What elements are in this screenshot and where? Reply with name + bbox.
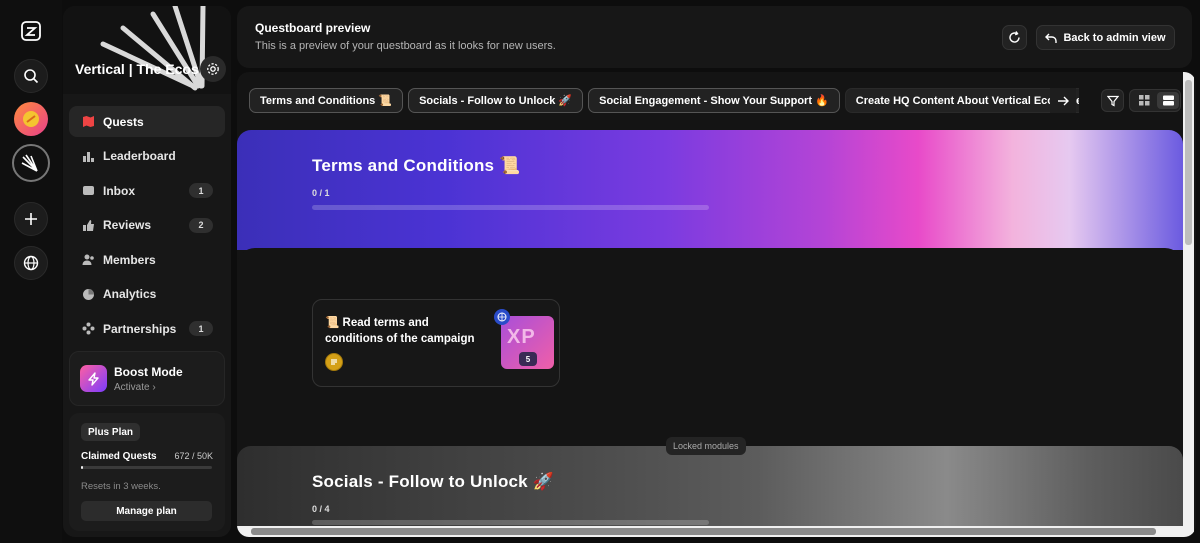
users-icon bbox=[81, 253, 95, 267]
back-to-admin-button[interactable]: Back to admin view bbox=[1036, 25, 1175, 50]
search-icon[interactable] bbox=[14, 59, 48, 93]
module-banner-terms: Terms and Conditions 📜 0 / 1 bbox=[237, 130, 1183, 250]
reviews-count-badge: 2 bbox=[189, 217, 213, 233]
filter-button[interactable] bbox=[1101, 89, 1124, 112]
module-title: Socials - Follow to Unlock 🚀 bbox=[312, 472, 555, 491]
pie-chart-icon bbox=[81, 287, 95, 301]
quest-card[interactable]: 📜 Read terms and conditions of the campa… bbox=[312, 299, 560, 387]
gear-icon[interactable] bbox=[200, 56, 226, 82]
boost-mode-title: Boost Mode bbox=[114, 365, 183, 379]
thumbs-up-icon bbox=[81, 218, 95, 232]
grid-view-icon[interactable] bbox=[1133, 92, 1155, 109]
sidebar-item-leaderboard[interactable]: Leaderboard bbox=[69, 141, 225, 172]
globe-icon bbox=[494, 309, 510, 325]
tab-social-engagement[interactable]: Social Engagement - Show Your Support 🔥 bbox=[588, 88, 840, 113]
progress-fill bbox=[81, 466, 83, 469]
chevron-right-icon: › bbox=[152, 382, 156, 393]
boost-activate-link[interactable]: Activate › bbox=[114, 382, 156, 393]
quest-type-icon bbox=[325, 353, 343, 371]
sidebar-item-label: Quests bbox=[103, 114, 144, 129]
arrow-right-icon[interactable] bbox=[1050, 88, 1076, 113]
boost-mode-card[interactable]: Boost Mode Activate › bbox=[69, 351, 225, 406]
plan-card: Plus Plan Claimed Quests 672 / 50K Reset… bbox=[69, 413, 225, 531]
claimed-quests-progress bbox=[81, 466, 212, 469]
module-title: Terms and Conditions 📜 bbox=[312, 156, 521, 175]
sidebar-item-label: Leaderboard bbox=[103, 149, 176, 163]
scrollbar-thumb[interactable] bbox=[1185, 80, 1192, 245]
module-progress-count: 0 / 1 bbox=[312, 188, 330, 198]
refresh-icon bbox=[1009, 31, 1020, 43]
page-title: Questboard preview bbox=[255, 21, 371, 35]
globe-icon[interactable] bbox=[14, 246, 48, 280]
page-subtitle: This is a preview of your questboard as … bbox=[255, 40, 556, 52]
workspace-rail bbox=[0, 0, 62, 543]
sidebar-item-label: Analytics bbox=[103, 287, 157, 301]
xp-reward-thumbnail: XP 5 bbox=[501, 316, 554, 369]
claimed-quests-count: 672 / 50K bbox=[174, 451, 213, 461]
sidebar: Vertical | The Ecosystem Quests Leaderbo… bbox=[63, 6, 231, 537]
tab-socials[interactable]: Socials - Follow to Unlock 🚀 bbox=[408, 88, 584, 113]
tab-create-hq-content[interactable]: Create HQ Content About Vertical Ecosyst… bbox=[844, 88, 1079, 113]
scrollbar-thumb[interactable] bbox=[251, 528, 1156, 535]
sidebar-item-members[interactable]: Members bbox=[69, 244, 225, 275]
sidebar-item-label: Reviews bbox=[103, 218, 152, 232]
module-progress-bar bbox=[312, 520, 709, 525]
workspace-banner: Vertical | The Ecosystem bbox=[63, 6, 231, 94]
locked-modules-label: Locked modules bbox=[666, 437, 746, 455]
sidebar-item-quests[interactable]: Quests bbox=[69, 106, 225, 137]
workspace-avatar-vertical[interactable] bbox=[12, 144, 50, 182]
bar-chart-icon bbox=[81, 149, 95, 163]
sidebar-item-label: Partnerships bbox=[103, 321, 177, 336]
xp-label: XP bbox=[507, 326, 536, 348]
module-tabs: Terms and Conditions 📜 Socials - Follow t… bbox=[249, 88, 1079, 113]
claimed-quests-label: Claimed Quests bbox=[81, 451, 157, 462]
back-button-label: Back to admin view bbox=[1063, 31, 1166, 44]
sidebar-item-partnerships[interactable]: Partnerships 1 bbox=[69, 313, 225, 344]
return-arrow-icon bbox=[1045, 33, 1058, 43]
sidebar-item-reviews[interactable]: Reviews 2 bbox=[69, 210, 225, 241]
sidebar-item-analytics[interactable]: Analytics bbox=[69, 279, 225, 310]
module-progress-count: 0 / 4 bbox=[312, 504, 330, 514]
horizontal-scrollbar[interactable] bbox=[237, 526, 1183, 537]
filter-icon bbox=[1106, 95, 1119, 106]
module-quests-area: 📜 Read terms and conditions of the campa… bbox=[237, 248, 1183, 448]
quest-title: 📜 Read terms and conditions of the campa… bbox=[325, 317, 475, 345]
module-banner-socials: Socials - Follow to Unlock 🚀 0 / 4 bbox=[237, 446, 1183, 531]
manage-plan-button[interactable]: Manage plan bbox=[81, 501, 212, 521]
vertical-scrollbar[interactable] bbox=[1183, 72, 1194, 537]
preview-header: Questboard preview This is a preview of … bbox=[237, 6, 1192, 68]
sidebar-item-inbox[interactable]: Inbox 1 bbox=[69, 175, 225, 206]
xp-amount: 5 bbox=[519, 352, 537, 366]
module-progress-bar bbox=[312, 205, 709, 210]
workspace-title: Vertical | The Ecosystem bbox=[75, 61, 199, 77]
plan-reset-text: Resets in 3 weeks. bbox=[81, 481, 161, 492]
add-workspace-icon[interactable] bbox=[14, 202, 48, 236]
workspace-avatar-1[interactable] bbox=[14, 102, 48, 136]
list-view-icon[interactable] bbox=[1157, 92, 1179, 109]
plan-badge: Plus Plan bbox=[81, 423, 141, 441]
lightning-icon bbox=[80, 365, 107, 392]
map-icon bbox=[81, 115, 95, 129]
inbox-count-badge: 1 bbox=[189, 183, 213, 198]
sidebar-item-label: Members bbox=[103, 252, 156, 267]
sidebar-nav: Quests Leaderboard Inbox 1 Reviews 2 Mem… bbox=[69, 106, 225, 348]
questboard-preview: Terms and Conditions 📜 Socials - Follow t… bbox=[237, 72, 1196, 537]
refresh-button[interactable] bbox=[1002, 25, 1027, 50]
partnerships-count-badge: 1 bbox=[189, 321, 213, 336]
inbox-icon bbox=[81, 184, 95, 198]
puzzle-icon bbox=[81, 322, 95, 336]
view-toggle bbox=[1129, 89, 1181, 112]
app-logo-icon[interactable] bbox=[20, 20, 42, 42]
tab-terms[interactable]: Terms and Conditions 📜 bbox=[249, 88, 404, 113]
sidebar-item-label: Inbox bbox=[103, 183, 135, 198]
